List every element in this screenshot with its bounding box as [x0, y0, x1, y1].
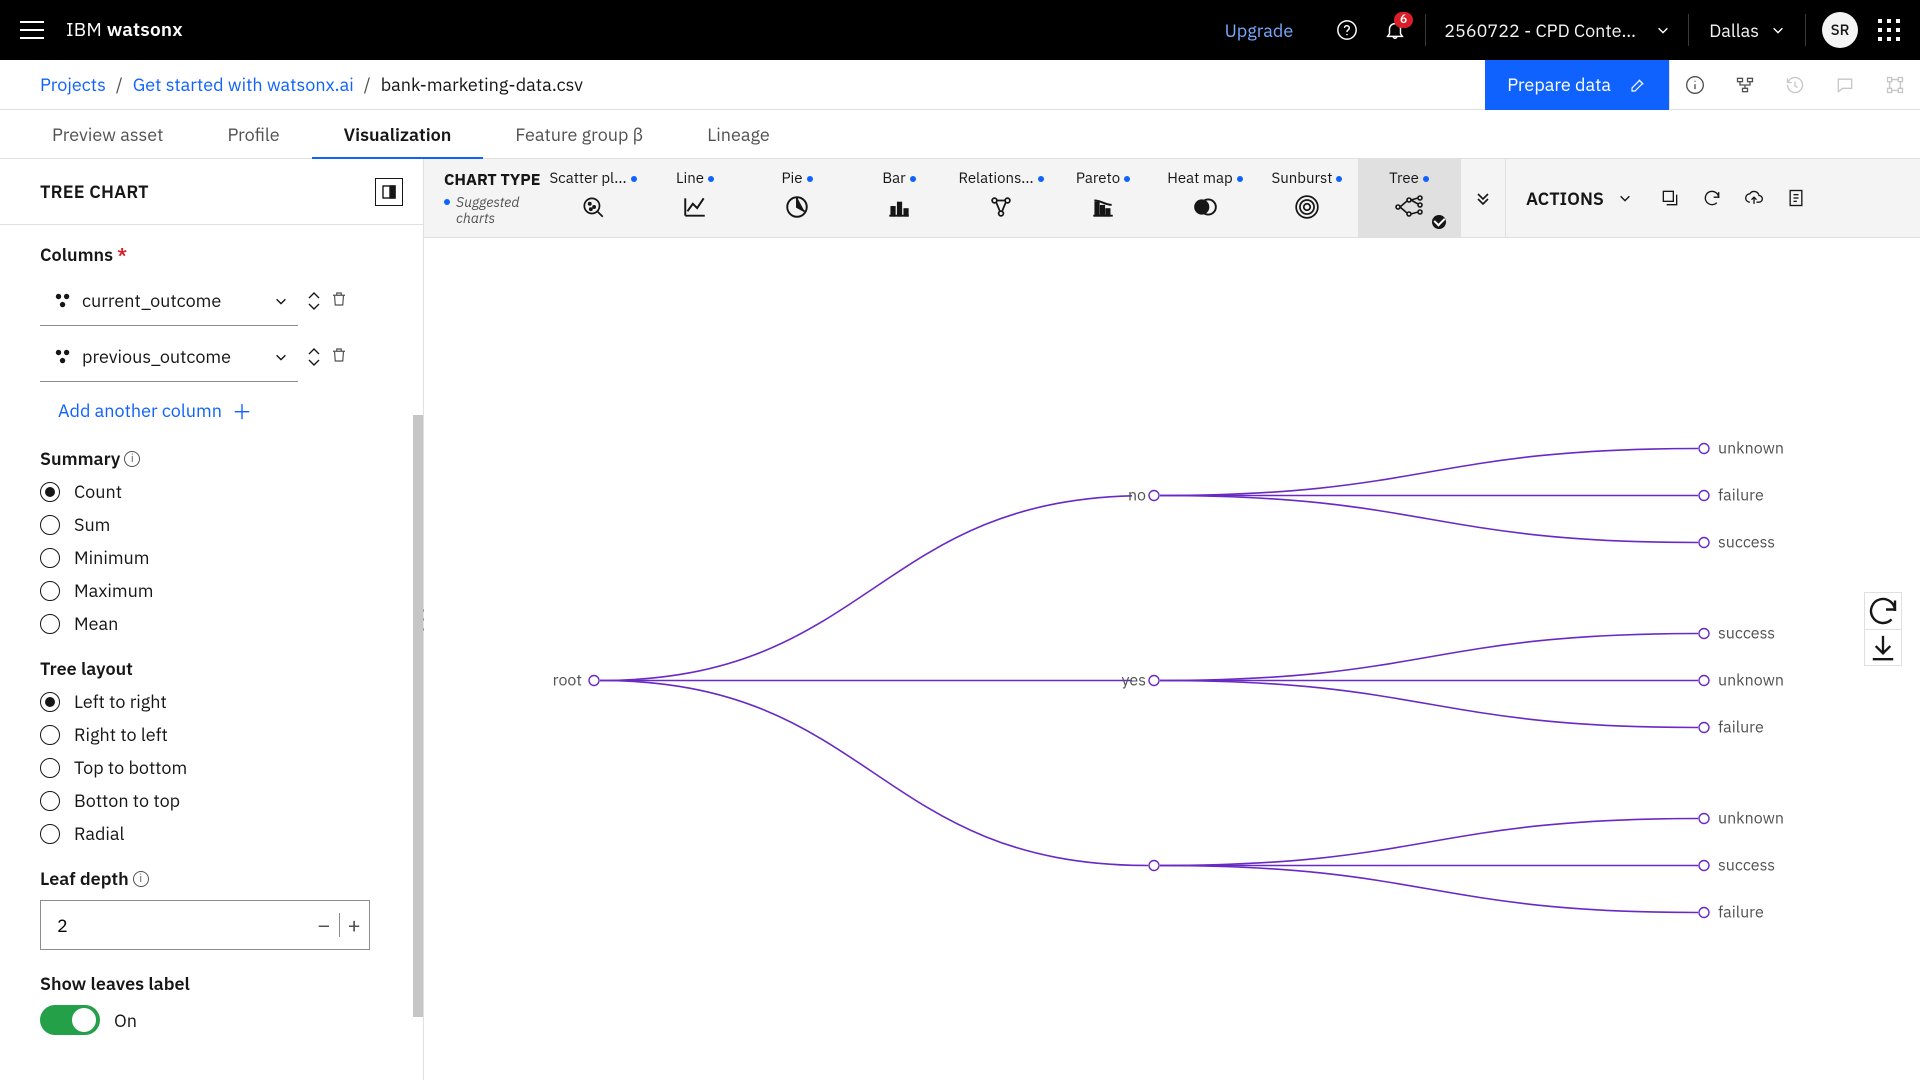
layout-option-botton-to-top[interactable]: Botton to top: [40, 789, 383, 812]
summary-option-maximum[interactable]: Maximum: [40, 579, 383, 602]
chart-type-strip: CHART TYPE Suggested charts Scatter pl..…: [424, 159, 1920, 238]
reorder-1[interactable]: [308, 348, 320, 366]
leaf-depth-label: Leaf depthi: [40, 867, 383, 890]
svg-text:yes: yes: [1122, 671, 1146, 691]
delete-column-1[interactable]: [330, 346, 348, 369]
leaf-depth-input[interactable]: [41, 914, 309, 937]
toggle-state: On: [114, 1009, 137, 1032]
chart-type-sunburst[interactable]: Sunburst: [1256, 159, 1358, 237]
visualization-area: CHART TYPE Suggested charts Scatter pl..…: [424, 159, 1920, 1080]
region-selector[interactable]: Dallas: [1695, 19, 1799, 42]
notifications-badge: 6: [1394, 12, 1413, 28]
show-leaves-toggle[interactable]: [40, 1005, 100, 1035]
chart-type-relations-[interactable]: Relations...: [950, 159, 1052, 237]
more-chart-types-button[interactable]: [1460, 159, 1506, 237]
tabs: Preview assetProfileVisualizationFeature…: [0, 110, 1920, 159]
panel-title: TREE CHART: [40, 180, 149, 203]
breadcrumb-row: Projects / Get started with watsonx.ai /…: [0, 60, 1920, 110]
top-header: IBM watsonx Upgrade 6 2560722 - CPD Cont…: [0, 0, 1920, 60]
comment-icon: [1820, 60, 1870, 110]
config-panel: TREE CHART Columns* current_outcomeprevi…: [0, 159, 424, 1080]
stepper-plus[interactable]: +: [339, 911, 369, 940]
show-leaves-label: Show leaves label: [40, 972, 383, 995]
scrollbar[interactable]: [413, 415, 423, 1017]
brand: IBM watsonx: [66, 18, 183, 42]
chart-type-scatter-pl-[interactable]: Scatter pl...: [542, 159, 644, 237]
suggested-charts-label: Suggested charts: [444, 194, 542, 226]
tab-preview-asset[interactable]: Preview asset: [20, 110, 195, 158]
data-flow-icon[interactable]: [1720, 60, 1770, 110]
lineage-icon: [1870, 60, 1920, 110]
svg-text:success: success: [1718, 533, 1775, 553]
column-select-1[interactable]: previous_outcome: [40, 332, 298, 382]
app-switcher-icon[interactable]: [1878, 19, 1900, 41]
svg-text:root: root: [553, 671, 582, 691]
summary-option-minimum[interactable]: Minimum: [40, 546, 383, 569]
add-column-link[interactable]: Add another column＋: [58, 396, 383, 425]
layout-option-right-to-left[interactable]: Right to left: [40, 723, 383, 746]
column-select-0[interactable]: current_outcome: [40, 276, 298, 326]
avatar[interactable]: SR: [1822, 12, 1858, 48]
summary-option-count[interactable]: Count: [40, 480, 383, 503]
account-selector[interactable]: 2560722 - CPD Content De...: [1432, 19, 1682, 42]
history-icon: [1770, 60, 1820, 110]
tab-lineage[interactable]: Lineage: [675, 110, 802, 158]
breadcrumb-asset: bank-marketing-data.csv: [381, 73, 583, 96]
svg-text:no: no: [1128, 486, 1146, 506]
breadcrumb-projects[interactable]: Projects: [40, 73, 106, 96]
help-icon[interactable]: [1323, 6, 1371, 54]
canvas-tools: [1864, 592, 1902, 666]
chart-type-pie[interactable]: Pie: [746, 159, 848, 237]
info-icon[interactable]: [1670, 60, 1720, 110]
summary-option-sum[interactable]: Sum: [40, 513, 383, 536]
notes-icon[interactable]: [1778, 180, 1814, 216]
delete-column-0[interactable]: [330, 290, 348, 313]
menu-icon[interactable]: [20, 18, 44, 42]
chart-type-pareto[interactable]: Pareto: [1052, 159, 1154, 237]
svg-text:unknown: unknown: [1718, 809, 1784, 829]
download-icon[interactable]: [1865, 629, 1901, 665]
svg-text:success: success: [1718, 856, 1775, 876]
svg-text:success: success: [1718, 624, 1775, 644]
reset-view-icon[interactable]: [1865, 593, 1901, 629]
svg-text:unknown: unknown: [1718, 671, 1784, 691]
breadcrumb-project[interactable]: Get started with watsonx.ai: [133, 73, 354, 96]
actions-label: ACTIONS: [1526, 187, 1604, 210]
chart-type-line[interactable]: Line: [644, 159, 746, 237]
refresh-icon[interactable]: [1694, 180, 1730, 216]
chart-type-bar[interactable]: Bar: [848, 159, 950, 237]
layout-option-top-to-bottom[interactable]: Top to bottom: [40, 756, 383, 779]
layout-option-left-to-right[interactable]: Left to right: [40, 690, 383, 713]
main: TREE CHART Columns* current_outcomeprevi…: [0, 159, 1920, 1080]
actions-chevron-icon[interactable]: [1618, 191, 1632, 205]
layout-label: Tree layout: [40, 657, 383, 680]
chart-canvas[interactable]: root no yes unknown failure success success unk…: [424, 238, 1920, 1080]
svg-text:failure: failure: [1718, 486, 1764, 506]
layout-option-radial[interactable]: Radial: [40, 822, 383, 845]
reorder-0[interactable]: [308, 292, 320, 310]
export-icon[interactable]: [1736, 180, 1772, 216]
summary-label: Summaryi: [40, 447, 383, 470]
columns-label: Columns*: [40, 243, 383, 266]
start-over-icon[interactable]: [1652, 180, 1688, 216]
upgrade-link[interactable]: Upgrade: [1225, 19, 1294, 42]
chart-type-label: CHART TYPE: [444, 170, 542, 190]
prepare-data-button[interactable]: Prepare data: [1485, 60, 1669, 110]
leaf-depth-stepper[interactable]: − +: [40, 900, 370, 950]
tab-profile[interactable]: Profile: [195, 110, 311, 158]
tab-feature-group-[interactable]: Feature group β: [483, 110, 675, 158]
summary-option-mean[interactable]: Mean: [40, 612, 383, 635]
asset-action-icons: [1669, 60, 1920, 110]
chart-type-tree[interactable]: Tree: [1358, 159, 1460, 237]
svg-text:failure: failure: [1718, 903, 1764, 923]
notifications-icon[interactable]: 6: [1371, 6, 1419, 54]
collapse-panel-button[interactable]: [375, 178, 403, 206]
stepper-minus[interactable]: −: [309, 911, 339, 940]
svg-text:unknown: unknown: [1718, 439, 1784, 459]
svg-text:failure: failure: [1718, 718, 1764, 738]
tab-visualization[interactable]: Visualization: [312, 110, 484, 158]
chart-type-heat-map[interactable]: Heat map: [1154, 159, 1256, 237]
